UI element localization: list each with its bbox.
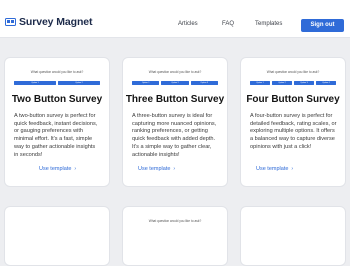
card-description: A four-button survey is perfect for deta… [250,113,337,150]
template-card[interactable] [240,206,346,266]
template-card-two-button[interactable]: What question would you like to ask? Opt… [4,57,110,187]
nav-link-templates[interactable]: Templates [255,21,282,27]
card-description: A three-button survey is ideal for captu… [132,113,217,158]
use-template-label: Use template [256,166,289,172]
chevron-right-icon: › [74,166,77,172]
sign-out-button[interactable]: Sign out [301,19,344,32]
chevron-right-icon: › [291,166,294,172]
use-template-label: Use template [138,166,171,172]
use-template-link[interactable]: Use template › [256,166,293,172]
survey-question-preview: What question would you like to ask? [148,219,202,223]
brand-name: Survey Magnet [19,16,93,28]
options-preview: Option 1 Option 2 Option 3 [132,81,218,85]
survey-question-preview: What question would you like to ask? [30,70,84,74]
card-description: A two-button survey is perfect for quick… [14,113,98,158]
option-button-preview: Option 2 [58,81,100,85]
survey-logo-icon [5,18,16,26]
template-card-four-button[interactable]: What question would you like to ask? Opt… [240,57,346,187]
survey-question-preview: What question would you like to ask? [266,70,320,74]
option-button-preview: Option 3 [190,81,218,85]
chevron-right-icon: › [173,166,176,172]
option-button-preview: Option 3 [294,81,314,85]
use-template-link[interactable]: Use template › [138,166,175,172]
option-button-preview: Option 2 [161,81,189,85]
use-template-link[interactable]: Use template › [39,166,76,172]
options-preview: Option 1 Option 2 Option 3 Option 4 [250,81,336,85]
card-title: Four Button Survey [246,94,340,105]
option-button-preview: Option 1 [132,81,160,85]
nav-link-articles[interactable]: Articles [178,21,198,27]
survey-question-preview: What question would you like to ask? [148,70,202,74]
top-navbar: Survey Magnet Articles FAQ Templates Sig… [0,0,350,38]
card-title: Two Button Survey [11,94,103,105]
use-template-label: Use template [39,166,72,172]
options-preview: Option 1 Option 2 [14,81,100,85]
card-title: Three Button Survey [125,94,225,105]
template-card[interactable]: What question would you like to ask? [122,206,228,266]
option-button-preview: Option 2 [272,81,292,85]
option-button-preview: Option 4 [316,81,336,85]
brand[interactable]: Survey Magnet [5,16,92,28]
nav-link-faq[interactable]: FAQ [222,21,234,27]
template-card-three-button[interactable]: What question would you like to ask? Opt… [122,57,228,187]
template-card[interactable] [4,206,110,266]
option-button-preview: Option 1 [14,81,56,85]
option-button-preview: Option 1 [250,81,270,85]
